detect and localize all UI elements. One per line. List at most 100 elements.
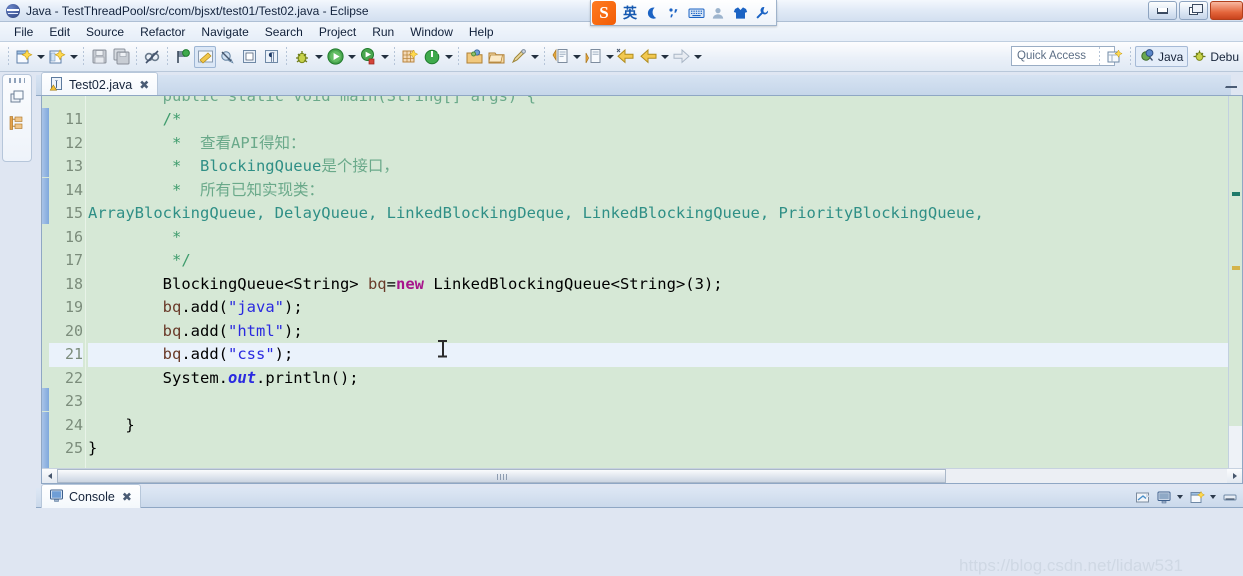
forward-icon[interactable] — [670, 46, 692, 68]
package-explorer-icon[interactable] — [7, 113, 27, 133]
punctuation-icon[interactable] — [663, 2, 685, 24]
back-icon[interactable] — [615, 46, 637, 68]
search-icon[interactable] — [507, 46, 529, 68]
display-selected-console-icon[interactable] — [1154, 488, 1173, 506]
minimize-console-icon[interactable] — [1220, 488, 1239, 506]
run-external-tools-icon[interactable] — [357, 46, 379, 68]
menu-item-refactor[interactable]: Refactor — [132, 23, 193, 41]
close-button[interactable] — [1210, 1, 1243, 20]
overview-ruler[interactable] — [1228, 96, 1242, 468]
moon-icon[interactable] — [641, 2, 663, 24]
clear-console-icon[interactable] — [1133, 488, 1152, 506]
annotation-ruler[interactable] — [42, 96, 49, 468]
open-console-icon[interactable] — [1187, 488, 1206, 506]
eclipse-icon — [6, 3, 20, 18]
save-all-icon[interactable] — [110, 46, 132, 68]
debug-bug-icon[interactable] — [291, 46, 313, 68]
scroll-right-arrow[interactable] — [1227, 469, 1242, 483]
horizontal-scrollbar[interactable] — [42, 468, 1242, 483]
new-java-class-dropdown-icon[interactable] — [68, 46, 79, 68]
open-task-icon[interactable] — [485, 46, 507, 68]
run-icon[interactable] — [324, 46, 346, 68]
vertical-scroll-thumb[interactable] — [1229, 96, 1242, 426]
search-dropdown-icon[interactable] — [529, 46, 540, 68]
open-type-icon[interactable] — [463, 46, 485, 68]
new-wizard-dropdown-icon[interactable] — [35, 46, 46, 68]
scroll-left-arrow[interactable] — [42, 469, 57, 483]
previous-annotation-icon[interactable] — [549, 46, 571, 68]
forward-dropdown-icon[interactable] — [692, 46, 703, 68]
minimize-button[interactable] — [1148, 1, 1177, 20]
menu-item-file[interactable]: File — [6, 23, 41, 41]
new-wizard-icon[interactable] — [13, 46, 35, 68]
code-line: } — [88, 437, 1228, 461]
code-viewport[interactable]: 11 12 13 14 15 16 17 18 19 20 21 22 23 24 25 public st… — [42, 96, 1242, 468]
perspective-java-label: Java — [1157, 49, 1184, 64]
scroll-thumb-grip — [496, 474, 508, 480]
previous-annotation-dropdown-icon[interactable] — [571, 46, 582, 68]
editor-tab-test02[interactable]: J Test02.java ✖ — [41, 72, 159, 96]
menu-item-help[interactable]: Help — [461, 23, 502, 41]
toolbar-separator — [286, 46, 287, 67]
refresh-dropdown-icon[interactable] — [443, 46, 454, 68]
show-whitespace-icon[interactable] — [238, 46, 260, 68]
display-selected-dropdown-icon[interactable] — [1175, 488, 1185, 506]
new-java-class-icon[interactable] — [46, 46, 68, 68]
main-toolbar: ¶ Quick Access Java Debu — [0, 42, 1243, 72]
run-external-dropdown-icon[interactable] — [379, 46, 390, 68]
next-annotation-icon[interactable] — [582, 46, 604, 68]
code-text[interactable]: public static void main(String[] args) {… — [88, 96, 1228, 468]
menu-item-search[interactable]: Search — [257, 23, 311, 41]
input-mode-chinese-icon[interactable]: 英 — [619, 2, 641, 24]
save-icon[interactable] — [88, 46, 110, 68]
menu-item-window[interactable]: Window — [402, 23, 461, 41]
pilcrow-icon[interactable]: ¶ — [260, 46, 282, 68]
close-icon[interactable]: ✖ — [122, 490, 132, 504]
skin-shirt-icon[interactable] — [729, 2, 751, 24]
menu-item-source[interactable]: Source — [78, 23, 132, 41]
console-tab[interactable]: Console ✖ — [41, 484, 141, 508]
code-token: } — [88, 439, 98, 457]
horizontal-scroll-thumb[interactable] — [57, 469, 947, 483]
restore-button[interactable] — [1179, 1, 1208, 20]
debug-dropdown-icon[interactable] — [313, 46, 324, 68]
skip-all-breakpoints-icon[interactable] — [216, 46, 238, 68]
restore-view-icon[interactable] — [7, 87, 27, 107]
toggle-breakpoint-icon[interactable] — [172, 46, 194, 68]
code-token: */ — [88, 251, 191, 269]
open-console-dropdown-icon[interactable] — [1208, 488, 1218, 506]
next-annotation-dropdown-icon[interactable] — [604, 46, 615, 68]
code-token: /* — [88, 110, 182, 128]
new-package-icon[interactable] — [399, 46, 421, 68]
perspective-switcher: Java Debu — [1095, 42, 1243, 71]
console-toolbar — [1133, 488, 1239, 506]
menu-item-run[interactable]: Run — [364, 23, 402, 41]
menu-item-navigate[interactable]: Navigate — [193, 23, 256, 41]
view-stack-grip[interactable] — [9, 78, 25, 83]
menu-item-project[interactable]: Project — [311, 23, 364, 41]
perspective-debug[interactable]: Debu — [1188, 46, 1243, 67]
sogou-logo[interactable]: S — [592, 0, 616, 25]
close-icon[interactable]: ✖ — [139, 78, 149, 92]
console-tab-label: Console — [69, 489, 115, 504]
forward-back-dropdown-icon[interactable] — [659, 46, 670, 68]
open-perspective-icon[interactable] — [1104, 46, 1126, 68]
editor-area: J Test02.java ✖ 11 12 13 14 15 16 17 18 19 20 21 22… — [36, 72, 1243, 484]
annotation-mark — [42, 108, 49, 131]
refresh-icon[interactable] — [421, 46, 443, 68]
console-tab-row: Console ✖ — [36, 484, 1243, 508]
link-with-editor-icon[interactable] — [141, 46, 163, 68]
minimize-editor-button[interactable] — [1225, 78, 1237, 88]
code-line: public static void main(String[] args) { — [88, 96, 536, 105]
settings-wrench-icon[interactable] — [751, 2, 773, 24]
horizontal-scroll-track[interactable] — [57, 469, 1227, 483]
code-token: bq — [162, 298, 182, 316]
soft-keyboard-icon[interactable] — [685, 2, 707, 24]
menu-item-edit[interactable]: Edit — [41, 23, 78, 41]
code-token: * — [88, 157, 200, 175]
toggle-mark-occurrences-icon[interactable] — [194, 45, 216, 68]
perspective-java[interactable]: Java — [1134, 46, 1189, 67]
run-dropdown-icon[interactable] — [346, 46, 357, 68]
user-account-icon[interactable] — [707, 2, 729, 24]
forward-back-icon[interactable] — [637, 46, 659, 68]
